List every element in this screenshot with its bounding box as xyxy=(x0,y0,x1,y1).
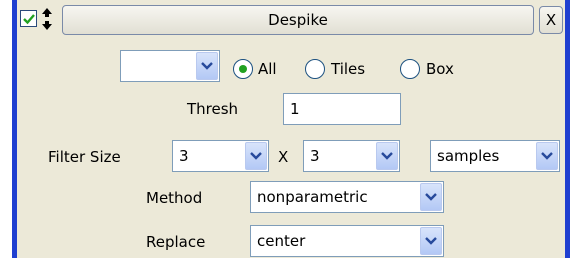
radio-all-label: All xyxy=(258,60,277,78)
replace-value: center xyxy=(257,232,306,250)
despike-module: Despike X All Tiles Box Thresh 1 Filter … xyxy=(0,0,585,258)
radio-box-label: Box xyxy=(426,60,454,78)
filter-size-x-dropdown[interactable]: 3 xyxy=(172,140,269,172)
chevron-down-icon[interactable] xyxy=(245,142,267,170)
radio-all[interactable] xyxy=(233,59,253,79)
reorder-handle-icon[interactable] xyxy=(40,7,54,31)
thresh-input[interactable]: 1 xyxy=(283,93,401,125)
replace-dropdown[interactable]: center xyxy=(250,225,444,257)
radio-tiles-label: Tiles xyxy=(331,60,366,78)
chevron-down-icon[interactable] xyxy=(196,52,218,80)
filter-size-label: Filter Size xyxy=(48,148,121,166)
thresh-value: 1 xyxy=(290,100,300,118)
filter-size-y-value: 3 xyxy=(310,147,320,165)
filter-size-x-value: 3 xyxy=(179,147,189,165)
module-panel xyxy=(17,0,565,258)
filter-unit-dropdown[interactable]: samples xyxy=(430,140,560,172)
region-dropdown[interactable] xyxy=(120,50,220,82)
radio-tiles[interactable] xyxy=(305,59,325,79)
method-label: Method xyxy=(146,189,203,207)
filter-size-y-dropdown[interactable]: 3 xyxy=(303,140,400,172)
thresh-label: Thresh xyxy=(187,100,239,118)
module-title: Despike xyxy=(268,11,328,29)
chevron-down-icon[interactable] xyxy=(536,142,558,170)
enable-checkbox[interactable] xyxy=(20,10,37,27)
close-button[interactable]: X xyxy=(539,6,563,34)
method-value: nonparametric xyxy=(257,188,368,206)
radio-selected-dot xyxy=(239,65,247,73)
close-label: X xyxy=(545,11,557,29)
checkmark-icon xyxy=(23,14,35,25)
filter-unit-value: samples xyxy=(437,147,500,165)
radio-box[interactable] xyxy=(400,59,420,79)
method-dropdown[interactable]: nonparametric xyxy=(250,181,444,213)
chevron-down-icon[interactable] xyxy=(420,227,442,255)
chevron-down-icon[interactable] xyxy=(376,142,398,170)
replace-label: Replace xyxy=(146,233,206,251)
module-title-button[interactable]: Despike xyxy=(62,5,534,35)
chevron-down-icon[interactable] xyxy=(420,183,442,211)
left-border xyxy=(0,0,17,258)
filter-size-separator: X xyxy=(278,148,289,166)
right-border xyxy=(565,0,585,258)
